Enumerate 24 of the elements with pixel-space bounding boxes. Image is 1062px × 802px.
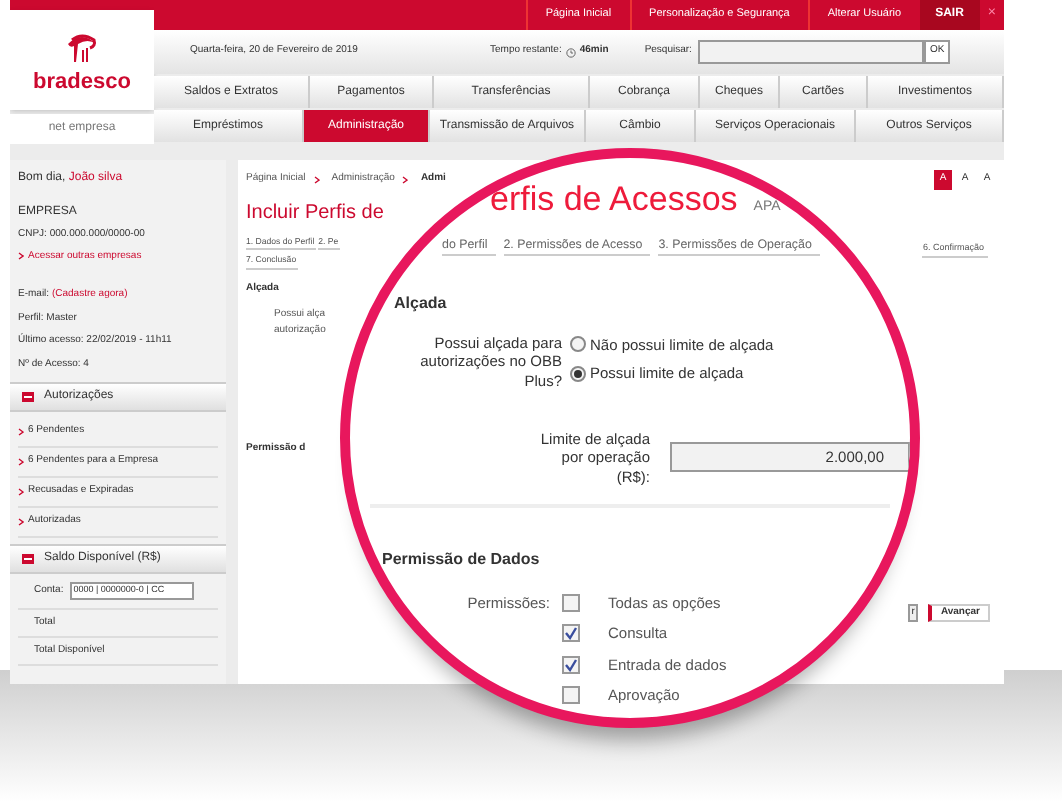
section-heading: Permissão de Dados (380, 548, 542, 573)
chevron-icon (18, 428, 24, 436)
chevron-icon (18, 488, 24, 496)
search-field[interactable] (697, 40, 924, 64)
check-icon (564, 626, 578, 641)
checkbox[interactable] (562, 624, 580, 643)
checkbox[interactable] (562, 655, 580, 674)
page-title: erfis de Acessos (490, 182, 738, 216)
logo-wordmark: bradesco (33, 71, 131, 93)
chevron-icon (18, 252, 24, 261)
chevron-icon (18, 518, 24, 526)
check-icon (564, 657, 578, 672)
clock-icon (565, 47, 576, 57)
chevron-icon (402, 176, 409, 184)
chevron-icon (313, 176, 320, 184)
collapse-icon[interactable] (22, 392, 34, 402)
radio-button[interactable] (570, 365, 586, 382)
radio-button[interactable] (570, 336, 586, 353)
section-heading: Alçada (392, 291, 449, 316)
chevron-icon (18, 458, 24, 466)
checkbox[interactable] (562, 685, 580, 704)
collapse-icon[interactable] (22, 554, 34, 564)
page-title: Incluir Perfis de (246, 200, 384, 228)
checkbox[interactable] (562, 594, 580, 613)
